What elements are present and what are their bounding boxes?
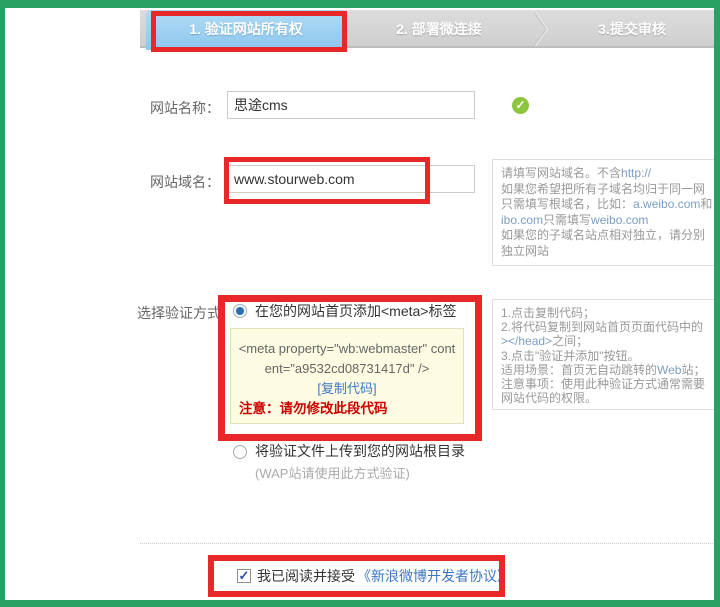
frame-left [0, 0, 5, 607]
green-check-icon: ✓ [512, 97, 529, 114]
help-line: 网站代码的权限。 [501, 391, 717, 405]
help-line: 适用场景：首页无自动跳转的Web站； [501, 363, 717, 377]
help-line: ></head>之间； [501, 334, 717, 348]
help-line: 请填写网站域名。不含http:// [501, 166, 717, 182]
frame-top [0, 0, 720, 8]
tab-deploy-weilink[interactable]: 2. 部署微连接 [346, 10, 532, 46]
help-line: 2.将代码复制到网站首页页面代码中的 [501, 320, 717, 334]
annotation-box-domain [224, 157, 430, 204]
site-name-input[interactable] [227, 91, 475, 119]
help-line: 3.点击"验证并添加"按钮。 [501, 349, 717, 363]
frame-bottom [0, 600, 720, 607]
verify-help-box: 1.点击复制代码； 2.将代码复制到网站首页页面代码中的 ></head>之间；… [492, 299, 718, 410]
site-domain-label: 网站域名： [150, 172, 220, 192]
help-line: ibo.com只需填写weibo.com [501, 213, 717, 229]
help-line: 独立网站 [501, 244, 717, 260]
annotation-box-meta [218, 295, 482, 441]
verify-method-label: 选择验证方式 [137, 303, 221, 323]
wap-note-text: (WAP站请使用此方式验证) [255, 463, 410, 482]
help-line: 如果您希望把所有子域名均归于同一网 [501, 182, 717, 198]
chevron-right-icon [532, 10, 550, 48]
file-option-label[interactable]: 将验证文件上传到您的网站根目录 [255, 441, 465, 461]
file-option-radio[interactable] [233, 445, 247, 459]
domain-help-box: 请填写网站域名。不含http:// 如果您希望把所有子域名均归于同一网 只需填写… [492, 159, 718, 266]
verify-site-page: 1. 验证网站所有权 2. 部署微连接 3.提交审核 网站名称： ✓ 网站域名：… [0, 0, 720, 607]
help-line: 只需填写根域名，比如：a.weibo.com和 [501, 197, 717, 213]
help-line: 1.点击复制代码； [501, 306, 717, 320]
frame-right [714, 0, 720, 607]
tab-submit-review[interactable]: 3.提交审核 [550, 10, 714, 46]
annotation-box-tab [151, 11, 347, 52]
annotation-box-agreement [208, 555, 505, 597]
help-line: 注意事项：使用此种验证方式通常需要 [501, 377, 717, 391]
dotted-separator [140, 543, 713, 544]
help-line: 如果您的子域名站点相对独立，请分别 [501, 228, 717, 244]
site-name-label: 网站名称： [150, 98, 220, 118]
